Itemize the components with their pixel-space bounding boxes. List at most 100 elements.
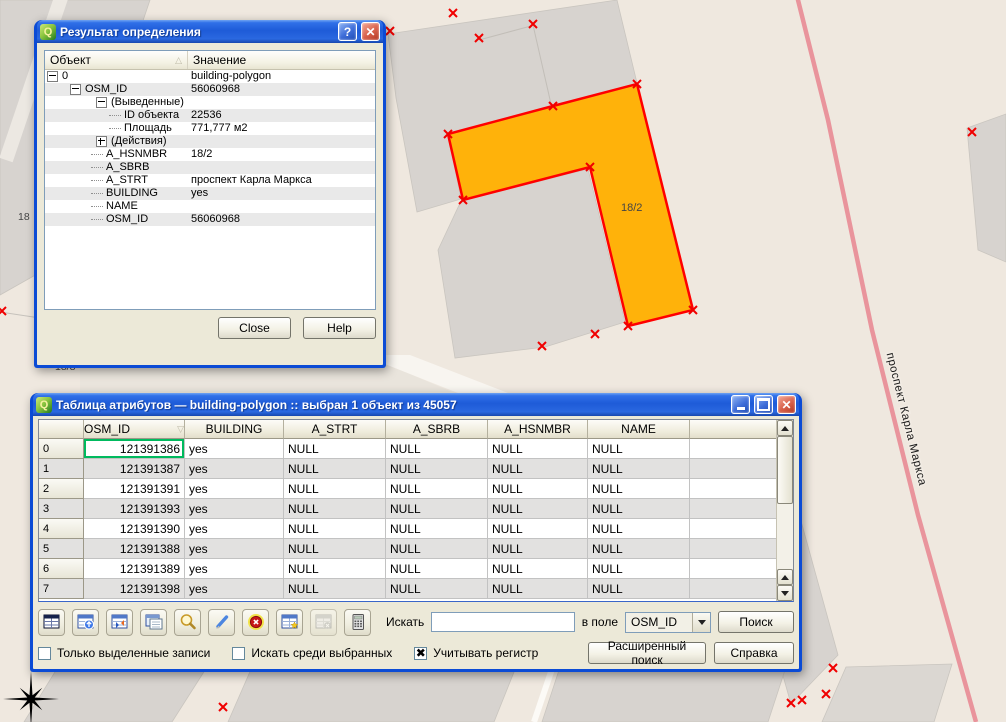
- column-header-a-strt[interactable]: A_STRT: [284, 420, 386, 439]
- delete-column-button[interactable]: [310, 609, 337, 636]
- tree-row[interactable]: A_HSNMBR 18/2: [45, 148, 375, 161]
- tree-row[interactable]: 0 building-polygon: [45, 70, 375, 83]
- column-header-osm-id[interactable]: OSM_ID ▽: [84, 420, 185, 439]
- field-select-value: OSM_ID: [626, 615, 692, 629]
- only-selected-checkbox-group[interactable]: Только выделенные записи: [38, 646, 210, 660]
- table-row[interactable]: 2 121391391 yes NULL NULL NULL NULL: [39, 479, 793, 499]
- tree-branch-line: [109, 128, 121, 129]
- attribute-grid[interactable]: OSM_ID ▽ BUILDING A_STRT A_SBRB A_HSNMBR…: [38, 419, 794, 602]
- move-selection-to-top-icon: [76, 612, 96, 632]
- help-button[interactable]: Help: [303, 317, 376, 339]
- scrollbar-track[interactable]: [777, 504, 793, 569]
- collapse-icon[interactable]: [47, 71, 58, 82]
- case-sensitive-checkbox-group[interactable]: Учитывать регистр: [414, 646, 538, 660]
- scroll-up-button[interactable]: [777, 420, 793, 436]
- only-selected-checkbox[interactable]: [38, 647, 51, 660]
- zoom-to-selection-button[interactable]: [174, 609, 201, 636]
- table-row[interactable]: 7 121391398 yes NULL NULL NULL NULL: [39, 579, 793, 599]
- advanced-search-button[interactable]: Расширенный поиск: [588, 642, 706, 664]
- field-select[interactable]: OSM_ID: [625, 612, 711, 633]
- copy-selected-rows-button[interactable]: [140, 609, 167, 636]
- tree-row[interactable]: NAME: [45, 200, 375, 213]
- case-sensitive-label: Учитывать регистр: [433, 646, 538, 660]
- table-row[interactable]: 4 121391390 yes NULL NULL NULL NULL: [39, 519, 793, 539]
- new-column-button[interactable]: [276, 609, 303, 636]
- new-column-icon: [280, 612, 300, 632]
- toggle-editing-icon: [212, 612, 232, 632]
- tree-row[interactable]: (Действия): [45, 135, 375, 148]
- table-row[interactable]: 5 121391388 yes NULL NULL NULL NULL: [39, 539, 793, 559]
- expand-icon[interactable]: [96, 136, 107, 147]
- collapse-icon[interactable]: [70, 84, 81, 95]
- scrollbar-thumb[interactable]: [777, 436, 793, 504]
- tree-row[interactable]: OSM_ID 56060968: [45, 83, 375, 96]
- arrow-down-icon: [781, 591, 789, 596]
- tree-branch-line: [91, 154, 103, 155]
- delete-selected-button[interactable]: [242, 609, 269, 636]
- vertical-scrollbar[interactable]: [776, 420, 793, 601]
- tree-row[interactable]: A_STRT проспект Карла Маркса: [45, 174, 375, 187]
- close-window-button[interactable]: ✕: [777, 395, 796, 414]
- qgis-logo-icon: Q: [40, 24, 56, 40]
- maximize-window-button[interactable]: [754, 395, 773, 414]
- column-header-name[interactable]: NAME: [588, 420, 690, 439]
- house-number-label: 18: [18, 211, 30, 223]
- invert-selection-icon: [110, 612, 130, 632]
- move-selection-to-top-button[interactable]: [72, 609, 99, 636]
- tree-branch-line: [91, 193, 103, 194]
- toggle-editing-button[interactable]: [208, 609, 235, 636]
- help-window-button[interactable]: ?: [338, 22, 357, 41]
- tree-row[interactable]: ID объекта 22536: [45, 109, 375, 122]
- chevron-down-icon[interactable]: [692, 613, 710, 632]
- attribute-table-titlebar[interactable]: Q Таблица атрибутов — building-polygon :…: [33, 393, 799, 416]
- delete-selected-icon: [246, 612, 266, 632]
- selected-cell: 121391386: [84, 439, 185, 459]
- tree-header-object[interactable]: Объект △: [45, 51, 188, 69]
- column-header-a-sbrb[interactable]: A_SBRB: [386, 420, 488, 439]
- table-row[interactable]: 0 121391386 yes NULL NULL NULL NULL: [39, 439, 793, 459]
- scroll-up-button-bottom[interactable]: [777, 569, 793, 585]
- tree-row[interactable]: A_SBRB: [45, 161, 375, 174]
- in-field-label: в поле: [582, 615, 618, 629]
- copy-selected-rows-icon: [144, 612, 164, 632]
- column-header-a-hsnmbr[interactable]: A_HSNMBR: [488, 420, 588, 439]
- tree-branch-line: [91, 219, 103, 220]
- search-selected-checkbox[interactable]: [232, 647, 245, 660]
- close-window-button[interactable]: ✕: [361, 22, 380, 41]
- search-button[interactable]: Поиск: [718, 611, 794, 633]
- scroll-down-button[interactable]: [777, 585, 793, 601]
- unselect-all-icon: [42, 612, 62, 632]
- collapse-icon[interactable]: [96, 97, 107, 108]
- close-button[interactable]: Close: [218, 317, 291, 339]
- screen: 18/2 18/8 18 проспект Карла Маркса Q Рез…: [0, 0, 1006, 722]
- search-selected-label: Искать среди выбранных: [251, 646, 392, 660]
- qgis-logo-icon: Q: [36, 397, 52, 413]
- tree-row[interactable]: Площадь 771,777 м2: [45, 122, 375, 135]
- tree-row[interactable]: BUILDING yes: [45, 187, 375, 200]
- identify-results-tree[interactable]: Объект △ Значение 0 building-polygon OSM…: [44, 50, 376, 310]
- invert-selection-button[interactable]: [106, 609, 133, 636]
- case-sensitive-checkbox[interactable]: [414, 647, 427, 660]
- grid-header-row: OSM_ID ▽ BUILDING A_STRT A_SBRB A_HSNMBR…: [39, 420, 793, 439]
- table-row[interactable]: 3 121391393 yes NULL NULL NULL NULL: [39, 499, 793, 519]
- tree-header-value[interactable]: Значение: [188, 51, 375, 69]
- house-number-label: 18/2: [621, 202, 642, 214]
- help-button[interactable]: Справка: [714, 642, 794, 664]
- tree-row[interactable]: OSM_ID 56060968: [45, 213, 375, 226]
- identify-titlebar[interactable]: Q Результат определения ? ✕: [37, 20, 383, 43]
- minimize-window-button[interactable]: [731, 395, 750, 414]
- table-row[interactable]: 1 121391387 yes NULL NULL NULL NULL: [39, 459, 793, 479]
- attribute-table-toolbar: Искать в поле OSM_ID Поиск: [38, 608, 794, 636]
- table-row[interactable]: 6 121391389 yes NULL NULL NULL NULL: [39, 559, 793, 579]
- identify-window-title: Результат определения: [60, 25, 334, 39]
- tree-row[interactable]: (Выведенные): [45, 96, 375, 109]
- tree-branch-line: [91, 206, 103, 207]
- search-selected-checkbox-group[interactable]: Искать среди выбранных: [232, 646, 392, 660]
- field-calculator-icon: [348, 612, 368, 632]
- unselect-all-button[interactable]: [38, 609, 65, 636]
- zoom-to-selection-icon: [178, 612, 198, 632]
- attribute-table-options: Только выделенные записи Искать среди вы…: [38, 641, 794, 665]
- field-calculator-button[interactable]: [344, 609, 371, 636]
- search-input[interactable]: [431, 612, 574, 632]
- column-header-building[interactable]: BUILDING: [185, 420, 284, 439]
